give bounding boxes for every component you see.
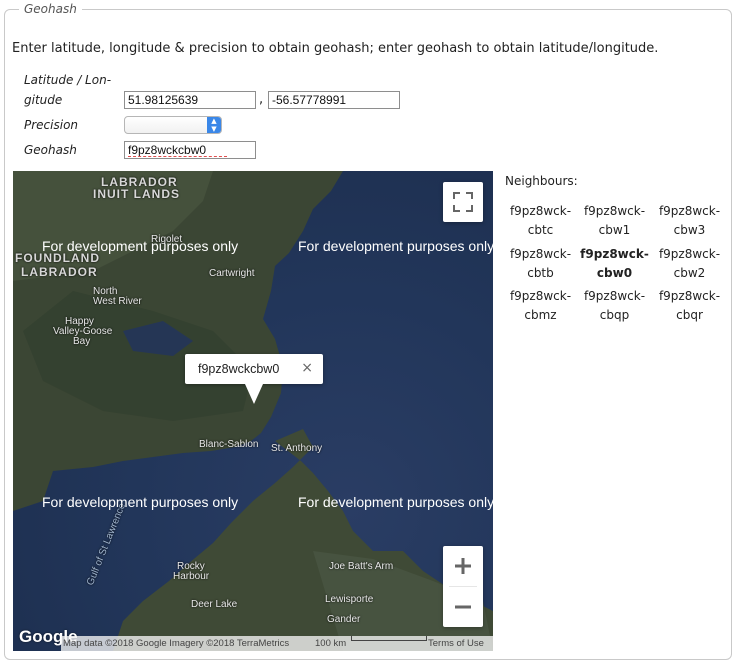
dev-watermark: For development purposes only xyxy=(298,238,493,254)
place-label: Gander xyxy=(327,614,361,625)
neighbour-cell[interactable]: f9pz8wck-cbtb xyxy=(503,245,578,283)
infowindow-pointer xyxy=(245,384,263,404)
geohash-label: Geohash xyxy=(24,143,77,157)
zoom-out-button[interactable] xyxy=(443,587,483,627)
neighbour-cell[interactable]: f9pz8wck-cbmz xyxy=(503,287,578,325)
neighbours-label: Neighbours: xyxy=(505,174,578,188)
neighbour-cell[interactable]: f9pz8wck-cbqp xyxy=(577,287,652,325)
attribution-text: Map data ©2018 Google Imagery ©2018 Terr… xyxy=(63,638,290,649)
select-arrows-icon: ▲ ▼ xyxy=(207,117,221,133)
plus-icon xyxy=(455,558,471,574)
place-label: Cartwright xyxy=(209,268,255,279)
place-label: St. Anthony xyxy=(271,443,323,454)
neighbour-cell[interactable]: f9pz8wck-cbw2 xyxy=(652,245,727,283)
place-label: Joe Batt's Arm xyxy=(329,561,394,572)
spellcheck-underline xyxy=(128,155,227,157)
zoom-control xyxy=(443,546,483,627)
terms-link[interactable]: Terms of Use xyxy=(428,636,484,651)
region-label: LABRADOR xyxy=(21,265,98,279)
infowindow-geohash: f9pz8wckcbw0 xyxy=(198,362,280,376)
latlon-label-line1: Latitude / Lon- xyxy=(24,73,112,87)
place-label: Bay xyxy=(73,336,91,347)
dev-watermark: For development purposes only xyxy=(42,238,239,254)
map-attribution-bar: Map data ©2018 Google Imagery ©2018 Terr… xyxy=(61,636,493,651)
fullscreen-button[interactable] xyxy=(443,182,483,222)
place-label: Blanc-Sablon xyxy=(199,439,259,450)
marker-infowindow: f9pz8wckcbw0 × xyxy=(185,354,323,404)
close-icon[interactable]: × xyxy=(301,360,313,376)
neighbour-cell[interactable]: f9pz8wck-cbw3 xyxy=(652,202,727,240)
latitude-input[interactable]: 51.98125639 xyxy=(124,91,256,109)
latlon-comma: , xyxy=(259,92,264,107)
place-label: Lewisporte xyxy=(325,594,374,605)
precision-select[interactable]: ▲ ▼ xyxy=(124,116,222,134)
neighbour-cell[interactable]: f9pz8wck-cbqr xyxy=(652,287,727,325)
fullscreen-icon xyxy=(453,192,473,212)
latlon-label-line2: gitude xyxy=(24,93,63,107)
neighbour-cell[interactable]: f9pz8wck-cbw1 xyxy=(577,202,652,240)
place-label: West River xyxy=(93,296,142,307)
dev-watermark: For development purposes only xyxy=(42,494,239,510)
map-view[interactable]: LABRADOR INUIT LANDS FOUNDLAND LABRADOR … xyxy=(13,171,493,651)
minus-icon xyxy=(455,605,471,609)
fieldset-legend: Geohash xyxy=(24,2,77,16)
precision-label: Precision xyxy=(24,118,79,132)
place-label: Harbour xyxy=(173,571,210,582)
scale-label[interactable]: 100 km xyxy=(315,636,346,651)
geohash-input[interactable]: f9pz8wckcbw0 xyxy=(124,141,256,159)
dev-watermark: For development purposes only xyxy=(298,494,493,510)
zoom-in-button[interactable] xyxy=(443,546,483,586)
place-label: Deer Lake xyxy=(191,599,238,610)
neighbour-cell[interactable]: f9pz8wck-cbtc xyxy=(503,202,578,240)
scale-bar xyxy=(351,636,427,651)
intro-text: Enter latitude, longitude & precision to… xyxy=(12,41,659,56)
neighbour-cell-current: f9pz8wck-cbw0 xyxy=(580,247,649,280)
longitude-input[interactable]: -56.57778991 xyxy=(268,91,400,109)
region-label: INUIT LANDS xyxy=(93,187,180,201)
